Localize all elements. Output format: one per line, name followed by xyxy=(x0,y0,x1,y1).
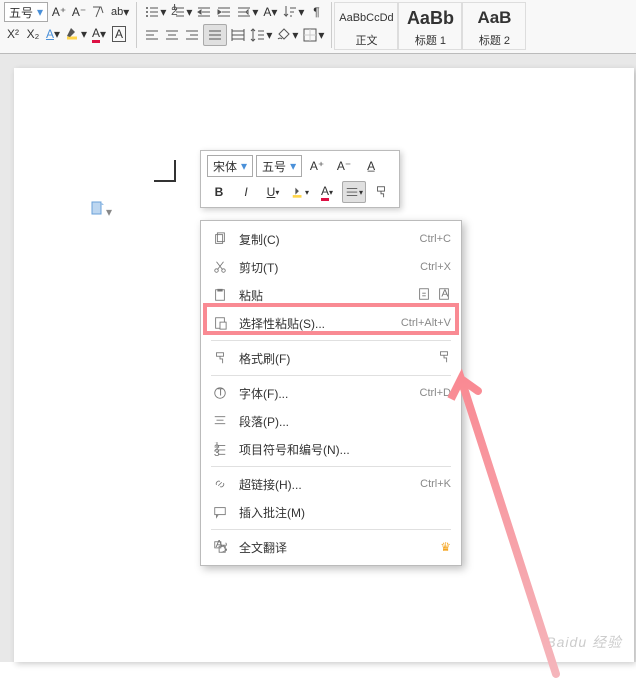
format-painter-icon xyxy=(211,351,229,365)
watermark: Baidu 经验 xyxy=(546,632,622,652)
change-case-icon[interactable]: ab▾ xyxy=(110,2,130,22)
show-marks-icon[interactable]: ¶ xyxy=(307,2,325,22)
ctx-paragraph[interactable]: 段落(P)... xyxy=(201,407,461,435)
comment-icon xyxy=(211,505,229,519)
ctx-sep xyxy=(211,375,451,376)
numbering-icon[interactable]: 12▾ xyxy=(169,2,193,22)
ctx-sep xyxy=(211,340,451,341)
mini-justify-icon[interactable]: ▾ xyxy=(342,181,366,203)
copy-icon xyxy=(211,232,229,246)
mini-bold-icon[interactable]: B xyxy=(207,181,231,203)
ctx-sep xyxy=(211,529,451,530)
increase-font-icon[interactable]: A⁺ xyxy=(50,2,68,22)
shading-icon[interactable]: ▾ xyxy=(275,25,299,45)
mini-underline-icon[interactable]: U▾ xyxy=(261,181,285,203)
svg-text:T: T xyxy=(217,387,224,399)
decrease-font-icon[interactable]: A⁻ xyxy=(70,2,88,22)
mini-italic-icon[interactable]: I xyxy=(234,181,258,203)
style-normal[interactable]: AaBbCcDd正文 xyxy=(334,2,398,50)
increase-indent-icon[interactable] xyxy=(215,2,233,22)
ctx-bullets-numbering[interactable]: 123项目符号和编号(N)... xyxy=(201,435,461,463)
style-heading1[interactable]: AaBb标题 1 xyxy=(398,2,462,50)
subscript-icon[interactable]: X₂ xyxy=(24,24,42,44)
style-heading2[interactable]: AaB标题 2 xyxy=(462,2,526,50)
align-left-icon[interactable] xyxy=(143,25,161,45)
distribute-icon[interactable] xyxy=(229,25,247,45)
svg-text:文: 文 xyxy=(221,541,227,554)
borders-icon[interactable]: ▾ xyxy=(301,25,325,45)
font-size-select[interactable]: 五号▾ xyxy=(4,2,48,22)
paste-special-icon xyxy=(211,316,229,330)
translate-icon: A文 xyxy=(211,540,229,554)
align-center-icon[interactable] xyxy=(163,25,181,45)
ctx-copy[interactable]: 复制(C)Ctrl+C xyxy=(201,225,461,253)
line-spacing-icon[interactable]: ▾ xyxy=(249,25,273,45)
mini-format-painter-icon[interactable] xyxy=(369,181,393,203)
format-painter-right-icon[interactable] xyxy=(437,350,451,367)
clear-format-icon[interactable] xyxy=(90,2,108,22)
font-group: 五号▾ A⁺ A⁻ ab▾ X² X₂ A▾ ▾ A▾ A xyxy=(0,2,134,49)
ctx-paste[interactable]: 粘贴A xyxy=(201,281,461,309)
cut-icon xyxy=(211,260,229,274)
paragraph-icon xyxy=(211,414,229,428)
dropdown-arrow-icon: ▾ xyxy=(37,5,43,19)
highlight-color-icon[interactable]: ▾ xyxy=(64,24,88,44)
align-justify-icon[interactable] xyxy=(203,24,227,46)
paste-match-icon[interactable]: A xyxy=(437,287,451,304)
tab-icon[interactable]: ▾ xyxy=(235,2,259,22)
styles-gallery: AaBbCcDd正文 AaBb标题 1 AaB标题 2 xyxy=(334,2,526,49)
paragraph-group: ▾ 12▾ ▾ A▾ ▾ ¶ ▾ ▾ ▾ xyxy=(139,2,329,49)
mini-font-color-icon[interactable]: A▾ xyxy=(315,181,339,203)
paste-plain-icon[interactable] xyxy=(417,287,431,304)
clipboard-icon xyxy=(211,288,229,302)
text-direction-icon[interactable]: A▾ xyxy=(261,2,279,22)
page-flag-icon[interactable]: ▾ xyxy=(90,200,112,219)
ctx-font[interactable]: T字体(F)...Ctrl+D xyxy=(201,379,461,407)
ctx-format-painter[interactable]: 格式刷(F) xyxy=(201,344,461,372)
font-color-char-icon[interactable]: A▾ xyxy=(44,24,62,44)
ctx-insert-comment[interactable]: 插入批注(M) xyxy=(201,498,461,526)
mini-size-select[interactable]: 五号▾ xyxy=(256,155,302,177)
mini-inc-font-icon[interactable]: A⁺ xyxy=(305,155,329,177)
svg-text:A: A xyxy=(441,287,448,299)
bullets-icon[interactable]: ▾ xyxy=(143,2,167,22)
list-icon: 123 xyxy=(211,442,229,456)
link-icon xyxy=(211,477,229,491)
context-menu: 复制(C)Ctrl+C 剪切(T)Ctrl+X 粘贴A 选择性粘贴(S)...C… xyxy=(200,220,462,566)
font-color-icon[interactable]: A▾ xyxy=(90,24,108,44)
page-canvas: ▾ 宋体▾ 五号▾ A⁺ A⁻ A̲ B I U▾ ▾ A▾ ▾ 复制(C)Ct… xyxy=(0,54,636,662)
mini-font-select[interactable]: 宋体▾ xyxy=(207,155,253,177)
crown-icon: ♛ xyxy=(440,540,451,554)
mini-case-icon[interactable]: A̲ xyxy=(359,155,383,177)
mini-highlight-icon[interactable]: ▾ xyxy=(288,181,312,203)
ctx-hyperlink[interactable]: 超链接(H)...Ctrl+K xyxy=(201,470,461,498)
align-right-icon[interactable] xyxy=(183,25,201,45)
mini-dec-font-icon[interactable]: A⁻ xyxy=(332,155,356,177)
ribbon: 五号▾ A⁺ A⁻ ab▾ X² X₂ A▾ ▾ A▾ A ▾ 12▾ ▾ A▾… xyxy=(0,0,636,54)
character-border-icon[interactable]: A xyxy=(110,24,128,44)
decrease-indent-icon[interactable] xyxy=(195,2,213,22)
ctx-paste-special[interactable]: 选择性粘贴(S)...Ctrl+Alt+V xyxy=(201,309,461,337)
ctx-translate[interactable]: A文全文翻译♛ xyxy=(201,533,461,561)
ctx-sep xyxy=(211,466,451,467)
cursor-mark xyxy=(154,160,176,182)
mini-toolbar: 宋体▾ 五号▾ A⁺ A⁻ A̲ B I U▾ ▾ A▾ ▾ xyxy=(200,150,400,208)
ctx-cut[interactable]: 剪切(T)Ctrl+X xyxy=(201,253,461,281)
superscript-icon[interactable]: X² xyxy=(4,24,22,44)
font-t-icon: T xyxy=(211,386,229,400)
sort-icon[interactable]: ▾ xyxy=(281,2,305,22)
